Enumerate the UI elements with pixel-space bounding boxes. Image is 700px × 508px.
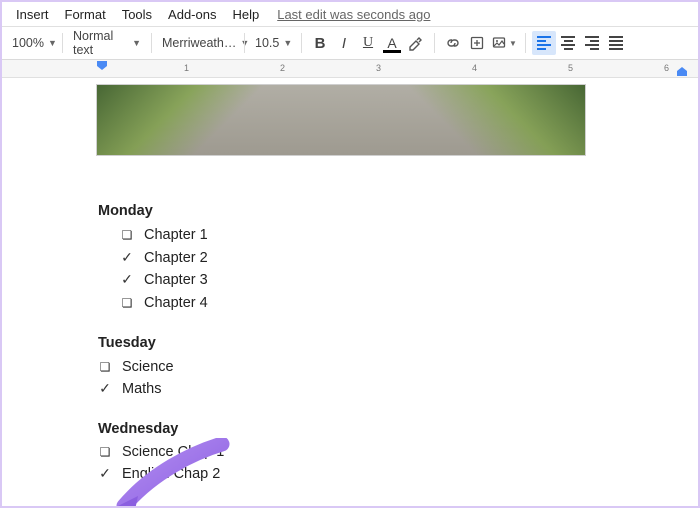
- list-item-text[interactable]: Science Chap 1: [122, 442, 224, 463]
- highlighter-icon: [408, 35, 424, 51]
- list-item[interactable]: ❏ Chapter 4: [98, 292, 632, 314]
- chevron-down-icon: ▼: [509, 39, 517, 48]
- list-item-text[interactable]: Science: [122, 357, 174, 378]
- letter-a: A: [387, 35, 396, 51]
- page: Monday ❏ Chapter 1 ✓ Chapter 2 ✓ Chapter…: [96, 78, 632, 489]
- align-justify-button[interactable]: [604, 31, 628, 55]
- zoom-value: 100%: [12, 36, 44, 50]
- font-dropdown[interactable]: Merriweath… ▼: [158, 31, 238, 55]
- list-item[interactable]: ✓ English Chap 2: [98, 463, 632, 485]
- checklist-monday: ❏ Chapter 1 ✓ Chapter 2 ✓ Chapter 3 ❏ Ch…: [98, 224, 632, 314]
- left-indent-marker[interactable]: [96, 60, 108, 76]
- align-justify-icon: [609, 36, 623, 50]
- separator: [434, 33, 435, 53]
- list-item-text[interactable]: English Chap 2: [122, 464, 220, 485]
- list-item[interactable]: ✓ Maths: [98, 378, 632, 400]
- checkbox-unchecked-icon[interactable]: ❏: [120, 294, 134, 313]
- ruler[interactable]: 1 2 3 4 5 6: [2, 60, 698, 78]
- insert-link-button[interactable]: [441, 31, 465, 55]
- align-left-icon: [537, 36, 551, 50]
- list-item-text[interactable]: Chapter 3: [144, 269, 208, 291]
- document-canvas[interactable]: Monday ❏ Chapter 1 ✓ Chapter 2 ✓ Chapter…: [2, 78, 698, 506]
- italic-button[interactable]: I: [332, 31, 356, 55]
- text-color-button[interactable]: A: [380, 31, 404, 55]
- list-item-text[interactable]: Chapter 2: [144, 247, 208, 269]
- checkbox-checked-icon[interactable]: ✓: [120, 247, 134, 269]
- checkbox-unchecked-icon[interactable]: ❏: [98, 444, 112, 461]
- separator: [62, 33, 63, 53]
- insert-image-button[interactable]: ▼: [489, 31, 519, 55]
- zoom-dropdown[interactable]: 100% ▼: [8, 31, 56, 55]
- separator: [151, 33, 152, 53]
- underline-button[interactable]: U: [356, 31, 380, 55]
- list-item-text[interactable]: Chapter 1: [144, 224, 208, 246]
- align-center-icon: [561, 36, 575, 50]
- checkbox-checked-icon[interactable]: ✓: [98, 378, 112, 398]
- separator: [244, 33, 245, 53]
- checkbox-checked-icon[interactable]: ✓: [98, 463, 112, 483]
- chevron-down-icon: ▼: [283, 38, 292, 48]
- font-size-value: 10.5: [255, 36, 279, 50]
- highlight-color-button[interactable]: [404, 31, 428, 55]
- ruler-tick: 5: [568, 63, 573, 73]
- insert-comment-button[interactable]: [465, 31, 489, 55]
- image-icon: [491, 35, 507, 51]
- checkbox-checked-icon[interactable]: ✓: [120, 269, 134, 291]
- letter-u: U: [363, 35, 373, 51]
- checkbox-unchecked-icon[interactable]: ❏: [120, 226, 134, 245]
- paragraph-style-dropdown[interactable]: Normal text ▼: [69, 31, 145, 55]
- list-item[interactable]: ✓ Chapter 3: [98, 269, 632, 291]
- list-item[interactable]: ✓ Chapter 2: [98, 247, 632, 269]
- menubar: Insert Format Tools Add-ons Help Last ed…: [2, 2, 698, 26]
- align-center-button[interactable]: [556, 31, 580, 55]
- list-item[interactable]: ❏ Chapter 1: [98, 224, 632, 246]
- separator: [525, 33, 526, 53]
- align-right-button[interactable]: [580, 31, 604, 55]
- ruler-tick: 3: [376, 63, 381, 73]
- separator: [301, 33, 302, 53]
- chevron-down-icon: ▼: [48, 38, 57, 48]
- menu-tools[interactable]: Tools: [114, 4, 160, 25]
- heading-wednesday[interactable]: Wednesday: [98, 418, 632, 440]
- menu-addons[interactable]: Add-ons: [160, 4, 224, 25]
- link-icon: [445, 35, 461, 51]
- font-value: Merriweath…: [162, 36, 236, 50]
- list-item[interactable]: ❏ Science Chap 1: [98, 442, 632, 463]
- ruler-tick: 4: [472, 63, 477, 73]
- menu-insert[interactable]: Insert: [8, 4, 57, 25]
- color-swatch: [383, 50, 401, 53]
- ruler-tick: 1: [184, 63, 189, 73]
- align-right-icon: [585, 36, 599, 50]
- header-image[interactable]: [96, 84, 586, 156]
- list-item-text[interactable]: Chapter 4: [144, 292, 208, 314]
- chevron-down-icon: ▼: [132, 38, 141, 48]
- letter-i: I: [342, 35, 346, 52]
- list-item-text[interactable]: Maths: [122, 379, 162, 400]
- toolbar: 100% ▼ Normal text ▼ Merriweath… ▼ 10.5 …: [2, 26, 698, 60]
- font-size-dropdown[interactable]: 10.5 ▼: [251, 31, 295, 55]
- heading-monday[interactable]: Monday: [98, 200, 632, 222]
- checklist-wednesday: ❏ Science Chap 1 ✓ English Chap 2: [98, 442, 632, 485]
- checklist-tuesday: ❏ Science ✓ Maths: [98, 357, 632, 400]
- bold-button[interactable]: B: [308, 31, 332, 55]
- plus-box-icon: [469, 35, 485, 51]
- menu-help[interactable]: Help: [224, 4, 267, 25]
- align-left-button[interactable]: [532, 31, 556, 55]
- letter-b: B: [315, 35, 326, 52]
- checkbox-unchecked-icon[interactable]: ❏: [98, 359, 112, 376]
- list-item[interactable]: ❏ Science: [98, 357, 632, 378]
- last-edit-link[interactable]: Last edit was seconds ago: [277, 7, 430, 22]
- ruler-tick: 2: [280, 63, 285, 73]
- heading-tuesday[interactable]: Tuesday: [98, 332, 632, 354]
- menu-format[interactable]: Format: [57, 4, 114, 25]
- document-body[interactable]: Monday ❏ Chapter 1 ✓ Chapter 2 ✓ Chapter…: [96, 200, 632, 485]
- paragraph-style-value: Normal text: [73, 29, 128, 57]
- ruler-tick: 6: [664, 63, 669, 73]
